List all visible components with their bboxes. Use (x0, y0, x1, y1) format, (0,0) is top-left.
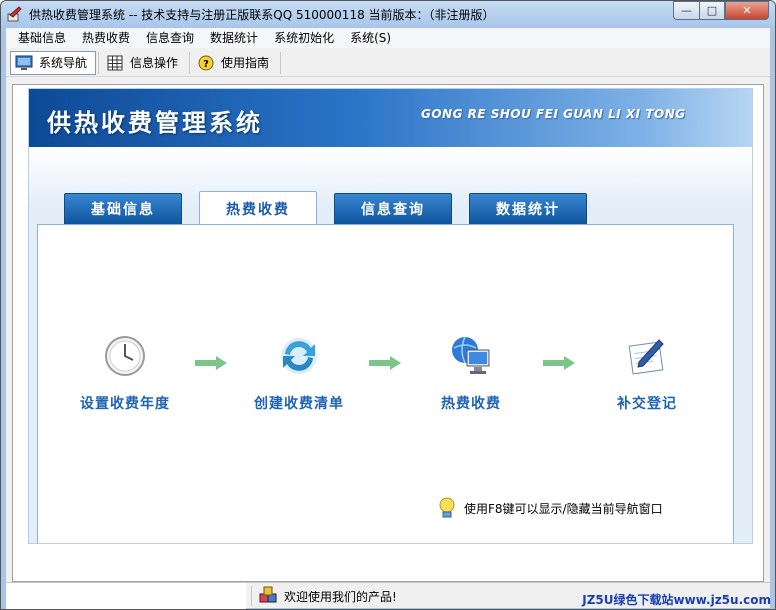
refresh-icon (281, 338, 317, 374)
info-ops-label: 信息操作 (130, 56, 179, 70)
tab-info-query[interactable]: 信息查询 (334, 193, 452, 225)
cubes-icon (259, 586, 277, 603)
system-nav-label: 系统导航 (39, 56, 88, 70)
menu-bar: 基础信息 热费收费 信息查询 数据统计 系统初始化 系统(S) (6, 28, 770, 48)
window-title: 供热收费管理系统 -- 技术支持与注册正版联系QQ 510000118 当前版本… (29, 8, 495, 22)
f8-hint: 使用F8键可以显示/隐藏当前导航窗口 (436, 496, 663, 520)
notepad-pencil-icon (628, 339, 664, 375)
title-bar[interactable]: 供热收费管理系统 -- 技术支持与注册正版联系QQ 510000118 当前版本… (1, 1, 775, 27)
menu-system-init[interactable]: 系统初始化 (266, 28, 342, 48)
status-blank-pane (6, 583, 246, 609)
step-supplement[interactable]: 补交登记 (577, 334, 717, 413)
maximize-button[interactable]: □ (699, 1, 725, 20)
grid-icon (107, 55, 123, 70)
minimize-button[interactable]: — (673, 1, 699, 20)
lightbulb-icon (439, 497, 455, 518)
info-ops-button[interactable]: 信息操作 (101, 51, 187, 75)
step-set-year-label: 设置收费年度 (80, 396, 170, 412)
banner-title: 供热收费管理系统 (47, 108, 263, 137)
svg-text:?: ? (203, 59, 209, 70)
system-nav-button[interactable]: 系统导航 (10, 50, 97, 75)
arrow-right-icon (543, 356, 575, 370)
menu-info-query[interactable]: 信息查询 (138, 28, 202, 48)
banner-subtitle: GONG RE SHOU FEI GUAN LI XI TONG (421, 107, 686, 121)
user-guide-label: 使用指南 (221, 56, 270, 70)
toolbar-separator (98, 51, 100, 74)
menu-system[interactable]: 系统(S) (342, 28, 399, 48)
step-supplement-label: 补交登记 (617, 396, 677, 412)
banner: 供热收费管理系统 GONG RE SHOU FEI GUAN LI XI TON… (29, 89, 752, 147)
app-icon (7, 6, 22, 22)
tab-heat-fee[interactable]: 热费收费 (199, 191, 317, 226)
app-window: 供热收费管理系统 -- 技术支持与注册正版联系QQ 510000118 当前版本… (0, 0, 776, 610)
tab-strip: 基础信息 热费收费 信息查询 数据统计 (64, 191, 604, 226)
tab-basic-info[interactable]: 基础信息 (64, 193, 182, 225)
menu-basic-info[interactable]: 基础信息 (10, 28, 74, 48)
status-message: 欢迎使用我们的产品! (284, 589, 397, 604)
toolbar: 系统导航 信息操作 ? 使用指南 (6, 49, 770, 77)
close-button[interactable]: ✕ (725, 1, 769, 20)
step-heat-fee[interactable]: 热费收费 (401, 334, 541, 413)
step-create-list-label: 创建收费清单 (254, 396, 344, 412)
navigation-panel: 供热收费管理系统 GONG RE SHOU FEI GUAN LI XI TON… (28, 88, 753, 544)
watermark-text: JZ5U绿色下载站www.jz5u.com (582, 593, 771, 607)
tab-statistics[interactable]: 数据统计 (469, 193, 587, 225)
status-message-pane: 欢迎使用我们的产品! JZ5U绿色下载站www.jz5u.com (251, 586, 771, 607)
step-heat-fee-label: 热费收费 (441, 396, 501, 412)
f8-hint-text: 使用F8键可以显示/隐藏当前导航窗口 (464, 501, 663, 516)
arrow-right-icon (369, 356, 401, 370)
client-area: 基础信息 热费收费 信息查询 数据统计 系统初始化 系统(S) 系统导航 信息操… (6, 28, 771, 609)
globe-computer-icon (452, 336, 490, 374)
arrow-right-icon (195, 356, 227, 370)
status-bar: 欢迎使用我们的产品! JZ5U绿色下载站www.jz5u.com (6, 582, 771, 609)
window-controls: — □ ✕ (673, 1, 769, 20)
monitor-icon (15, 55, 33, 70)
step-create-list[interactable]: 创建收费清单 (229, 334, 369, 413)
toolbar-separator (280, 51, 282, 74)
menu-heat-fee[interactable]: 热费收费 (74, 28, 138, 48)
step-set-year[interactable]: 设置收费年度 (55, 334, 195, 413)
user-guide-button[interactable]: ? 使用指南 (192, 51, 278, 75)
help-icon: ? (198, 55, 214, 70)
clock-icon (105, 336, 145, 376)
toolbar-separator (189, 51, 191, 74)
menu-statistics[interactable]: 数据统计 (202, 28, 266, 48)
